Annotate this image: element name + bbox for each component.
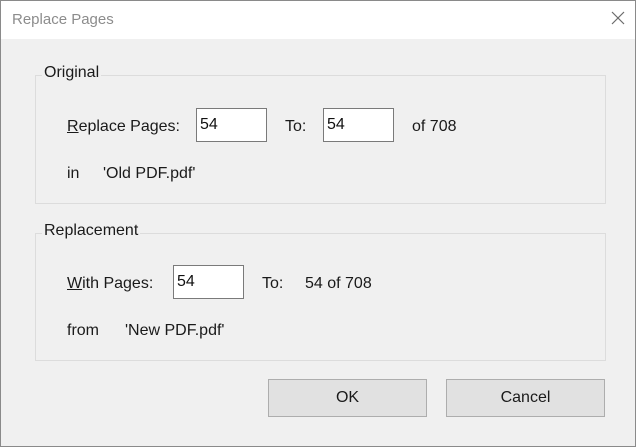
replace-pages-label: Replace Pages: [67,118,180,136]
original-to-label: To: [285,118,307,135]
replacement-group: Replacement [35,222,606,361]
with-pages-label-text: ith Pages: [82,275,154,292]
close-icon[interactable] [611,11,625,25]
ok-button[interactable]: OK [268,379,427,417]
original-in-label: in [67,165,80,182]
with-pages-label: With Pages: [67,275,153,293]
cancel-button[interactable]: Cancel [446,379,605,417]
title-bar: Replace Pages [1,1,635,39]
replace-pages-label-accelerator: R [67,118,79,135]
replacement-to-range: 54 of 708 [305,275,372,292]
with-pages-from-input[interactable] [173,265,244,299]
with-pages-label-accelerator: W [67,275,83,292]
replacement-from-label: from [67,322,99,339]
replace-pages-label-text: eplace Pages: [78,118,180,135]
original-total-pages: of 708 [412,118,457,135]
replace-pages-dialog: Replace Pages Original Replace Pages: To… [0,0,636,447]
original-group-title: Original [42,64,102,82]
original-file-name: 'Old PDF.pdf' [103,165,196,182]
replace-pages-to-input[interactable] [323,108,394,142]
original-group: Original [35,64,606,204]
replace-pages-from-input[interactable] [196,108,267,142]
dialog-title: Replace Pages [12,11,114,28]
replacement-to-label: To: [262,275,284,292]
replacement-group-title: Replacement [42,222,141,240]
replacement-file-name: 'New PDF.pdf' [125,322,225,339]
